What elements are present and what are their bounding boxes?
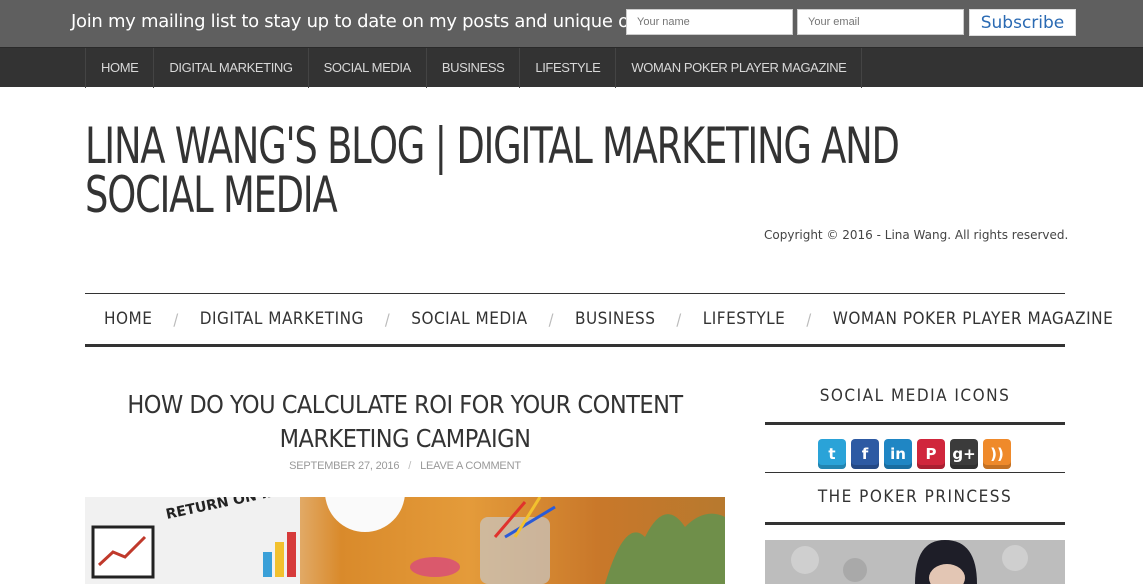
main-nav-menu: HOME / DIGITAL MARKETING / SOCIAL MEDIA … [85, 294, 1113, 344]
facebook-icon[interactable]: f [851, 439, 879, 469]
nav-separator: / [806, 309, 812, 329]
twitter-icon[interactable]: t [818, 439, 846, 469]
social-icons-row: t f in P g+ )) [818, 439, 1011, 469]
main-nav-item-lifestyle[interactable]: LIFESTYLE [703, 309, 786, 329]
main-nav-item-home[interactable]: HOME [104, 309, 152, 329]
top-nav-item-home[interactable]: HOME [85, 48, 153, 88]
post-featured-image[interactable]: RETURN ON INVESTMENT ROI [85, 497, 725, 584]
post-title[interactable]: HOW DO YOU CALCULATE ROI FOR YOUR CONTEN… [85, 388, 725, 456]
meta-separator: / [408, 460, 412, 472]
main-nav-item-digital-marketing[interactable]: DIGITAL MARKETING [200, 309, 364, 329]
top-nav-item-business[interactable]: BUSINESS [425, 48, 520, 88]
pinterest-icon[interactable]: P [917, 439, 945, 469]
main-nav-item-business[interactable]: BUSINESS [575, 309, 655, 329]
nav-separator: / [548, 309, 554, 329]
nav-separator: / [676, 309, 682, 329]
top-nav-menu: HOME DIGITAL MARKETING SOCIAL MEDIA BUSI… [85, 48, 863, 88]
post-meta: SEPTEMBER 27, 2016 / LEAVE A COMMENT [85, 460, 725, 472]
main-nav: HOME / DIGITAL MARKETING / SOCIAL MEDIA … [85, 293, 1113, 347]
social-media-widget-title: SOCIAL MEDIA ICONS [819, 386, 1011, 406]
copyright-text: Copyright © 2016 - Lina Wang. All rights… [764, 228, 1069, 242]
email-input[interactable] [797, 9, 964, 35]
mailing-list-message: Join my mailing list to stay up to date … [71, 11, 668, 32]
rss-icon[interactable]: )) [983, 439, 1011, 469]
subscribe-button[interactable]: Subscribe [969, 9, 1076, 36]
mailing-list-bar: Join my mailing list to stay up to date … [0, 0, 1143, 47]
google-plus-icon[interactable]: g+ [950, 439, 978, 469]
nav-separator: / [384, 309, 391, 329]
poker-princess-widget-title: THE POKER PRINCESS [817, 487, 1013, 507]
site-title[interactable]: LINA WANG'S BLOG | DIGITAL MARKETING AND… [85, 121, 987, 220]
widget-divider [765, 472, 1065, 473]
top-nav-item-social-media[interactable]: SOCIAL MEDIA [307, 48, 426, 88]
widget-divider [765, 522, 1065, 525]
main-nav-item-social-media[interactable]: SOCIAL MEDIA [411, 309, 527, 329]
profile-photo[interactable] [765, 540, 1065, 584]
leave-comment-link[interactable]: LEAVE A COMMENT [420, 460, 521, 472]
profile-photo-art [765, 540, 1065, 584]
name-input[interactable] [626, 9, 793, 35]
nav-separator: / [173, 309, 179, 329]
post-date[interactable]: SEPTEMBER 27, 2016 [289, 460, 399, 472]
roi-illustration: RETURN ON INVESTMENT ROI [85, 497, 725, 584]
top-nav-bar: HOME DIGITAL MARKETING SOCIAL MEDIA BUSI… [0, 47, 1143, 88]
top-nav-item-woman-poker-player-magazine[interactable]: WOMAN POKER PLAYER MAGAZINE [615, 48, 863, 88]
widget-divider [765, 422, 1065, 425]
top-nav-item-lifestyle[interactable]: LIFESTYLE [519, 48, 615, 88]
linkedin-icon[interactable]: in [884, 439, 912, 469]
top-nav-item-digital-marketing[interactable]: DIGITAL MARKETING [153, 48, 307, 88]
main-nav-item-woman-poker-player-magazine[interactable]: WOMAN POKER PLAYER MAGAZINE [833, 309, 1114, 329]
